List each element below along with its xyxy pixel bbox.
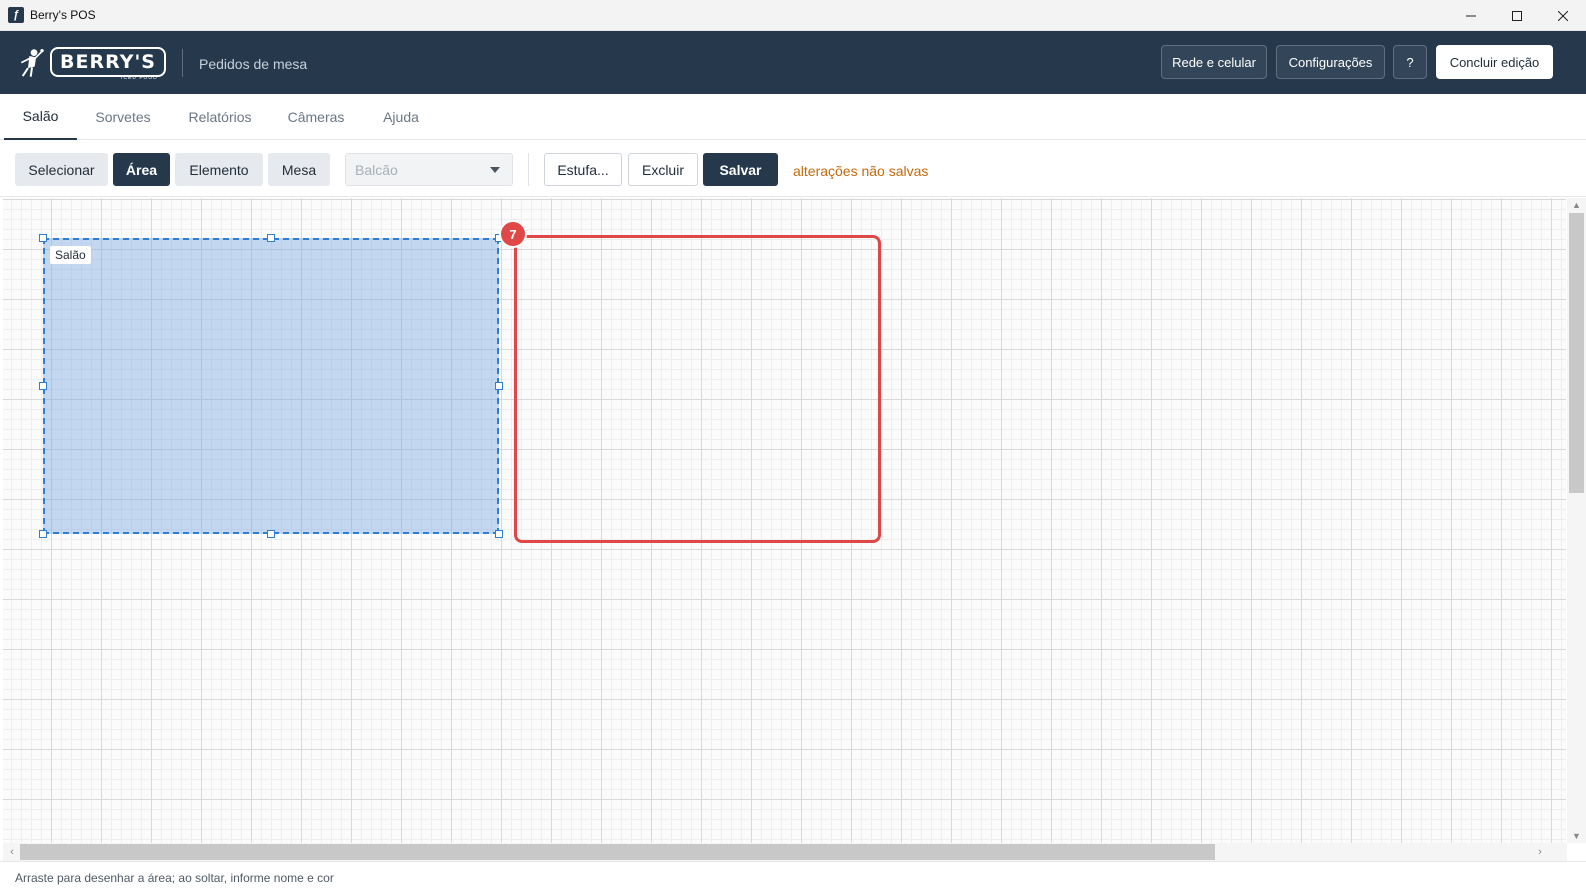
tab-ajuda[interactable]: Ajuda (372, 94, 430, 140)
area-tool-button[interactable]: Área (113, 153, 170, 186)
main-tabs: Salão Sorvetes Relatórios Câmeras Ajuda (0, 94, 1586, 140)
settings-button[interactable]: Configurações (1276, 45, 1385, 79)
resize-handle-n[interactable] (267, 234, 275, 242)
finish-editing-button[interactable]: Concluir edição (1436, 45, 1553, 79)
editor-toolbar: Selecionar Área Elemento Mesa Balcão Est… (0, 141, 1586, 197)
vertical-scroll-thumb[interactable] (1569, 213, 1584, 493)
vertical-scrollbar[interactable]: ▲ ▼ (1567, 198, 1586, 843)
header-subtitle: Pedidos de mesa (199, 56, 308, 72)
resize-handle-e[interactable] (495, 382, 503, 390)
area-salao[interactable]: Salão (43, 238, 499, 534)
window-title: Berry's POS (30, 8, 96, 22)
element-tool-button[interactable]: Elemento (175, 153, 263, 186)
select-tool-button[interactable]: Selecionar (15, 153, 108, 186)
window-titlebar: ƒ Berry's POS (0, 0, 1586, 31)
save-button[interactable]: Salvar (703, 153, 778, 186)
close-icon[interactable] (1540, 0, 1586, 31)
chevron-down-icon (490, 167, 500, 173)
area-label: Salão (50, 246, 91, 264)
area-highlighted[interactable] (514, 235, 881, 543)
maximize-icon[interactable] (1494, 0, 1540, 31)
status-text: Arraste para desenhar a área; ao soltar,… (15, 870, 334, 885)
floor-plan-canvas[interactable]: Salão 7 (3, 198, 1566, 843)
status-bar: Arraste para desenhar a área; ao soltar,… (0, 861, 1586, 893)
resize-handle-sw[interactable] (39, 530, 47, 538)
window-controls (1448, 0, 1586, 31)
header-divider (182, 49, 183, 77)
resize-handle-s[interactable] (267, 530, 275, 538)
delete-button[interactable]: Excluir (628, 153, 698, 186)
unsaved-changes-label: alterações não salvas (793, 163, 929, 179)
tab-cameras[interactable]: Câmeras (279, 94, 353, 140)
scroll-right-icon[interactable]: › (1533, 843, 1547, 861)
stove-button[interactable]: Estufa... (544, 153, 622, 186)
network-button[interactable]: Rede e celular (1161, 45, 1267, 79)
mascot-icon (20, 48, 44, 77)
scroll-left-icon[interactable]: ‹ (5, 843, 19, 861)
area-count-badge: 7 (499, 220, 527, 248)
app-icon: ƒ (8, 7, 24, 23)
toolbar-separator (528, 153, 529, 186)
area-type-value: Balcão (355, 161, 398, 178)
area-type-select[interactable]: Balcão (345, 153, 513, 186)
table-tool-button[interactable]: Mesa (268, 153, 330, 186)
minimize-icon[interactable] (1448, 0, 1494, 31)
tab-relatorios[interactable]: Relatórios (180, 94, 260, 140)
scroll-down-icon[interactable]: ▼ (1567, 829, 1586, 843)
tab-salao[interactable]: Salão (4, 94, 77, 140)
resize-handle-se[interactable] (495, 530, 503, 538)
tab-sorvetes[interactable]: Sorvetes (87, 94, 159, 140)
help-button[interactable]: ? (1393, 45, 1427, 79)
app-header: BERRY'S ICED FOOD Pedidos de mesa Rede e… (0, 31, 1586, 94)
logo-wordmark: BERRY'S (50, 47, 166, 77)
resize-handle-w[interactable] (39, 382, 47, 390)
brand-logo: BERRY'S ICED FOOD (16, 39, 166, 85)
scroll-up-icon[interactable]: ▲ (1567, 198, 1586, 212)
logo-text: BERRY'S (60, 51, 156, 73)
resize-handle-nw[interactable] (39, 234, 47, 242)
horizontal-scrollbar[interactable]: ‹ › (3, 843, 1567, 861)
logo-subtext: ICED FOOD (121, 75, 158, 81)
horizontal-scroll-thumb[interactable] (20, 844, 1215, 860)
